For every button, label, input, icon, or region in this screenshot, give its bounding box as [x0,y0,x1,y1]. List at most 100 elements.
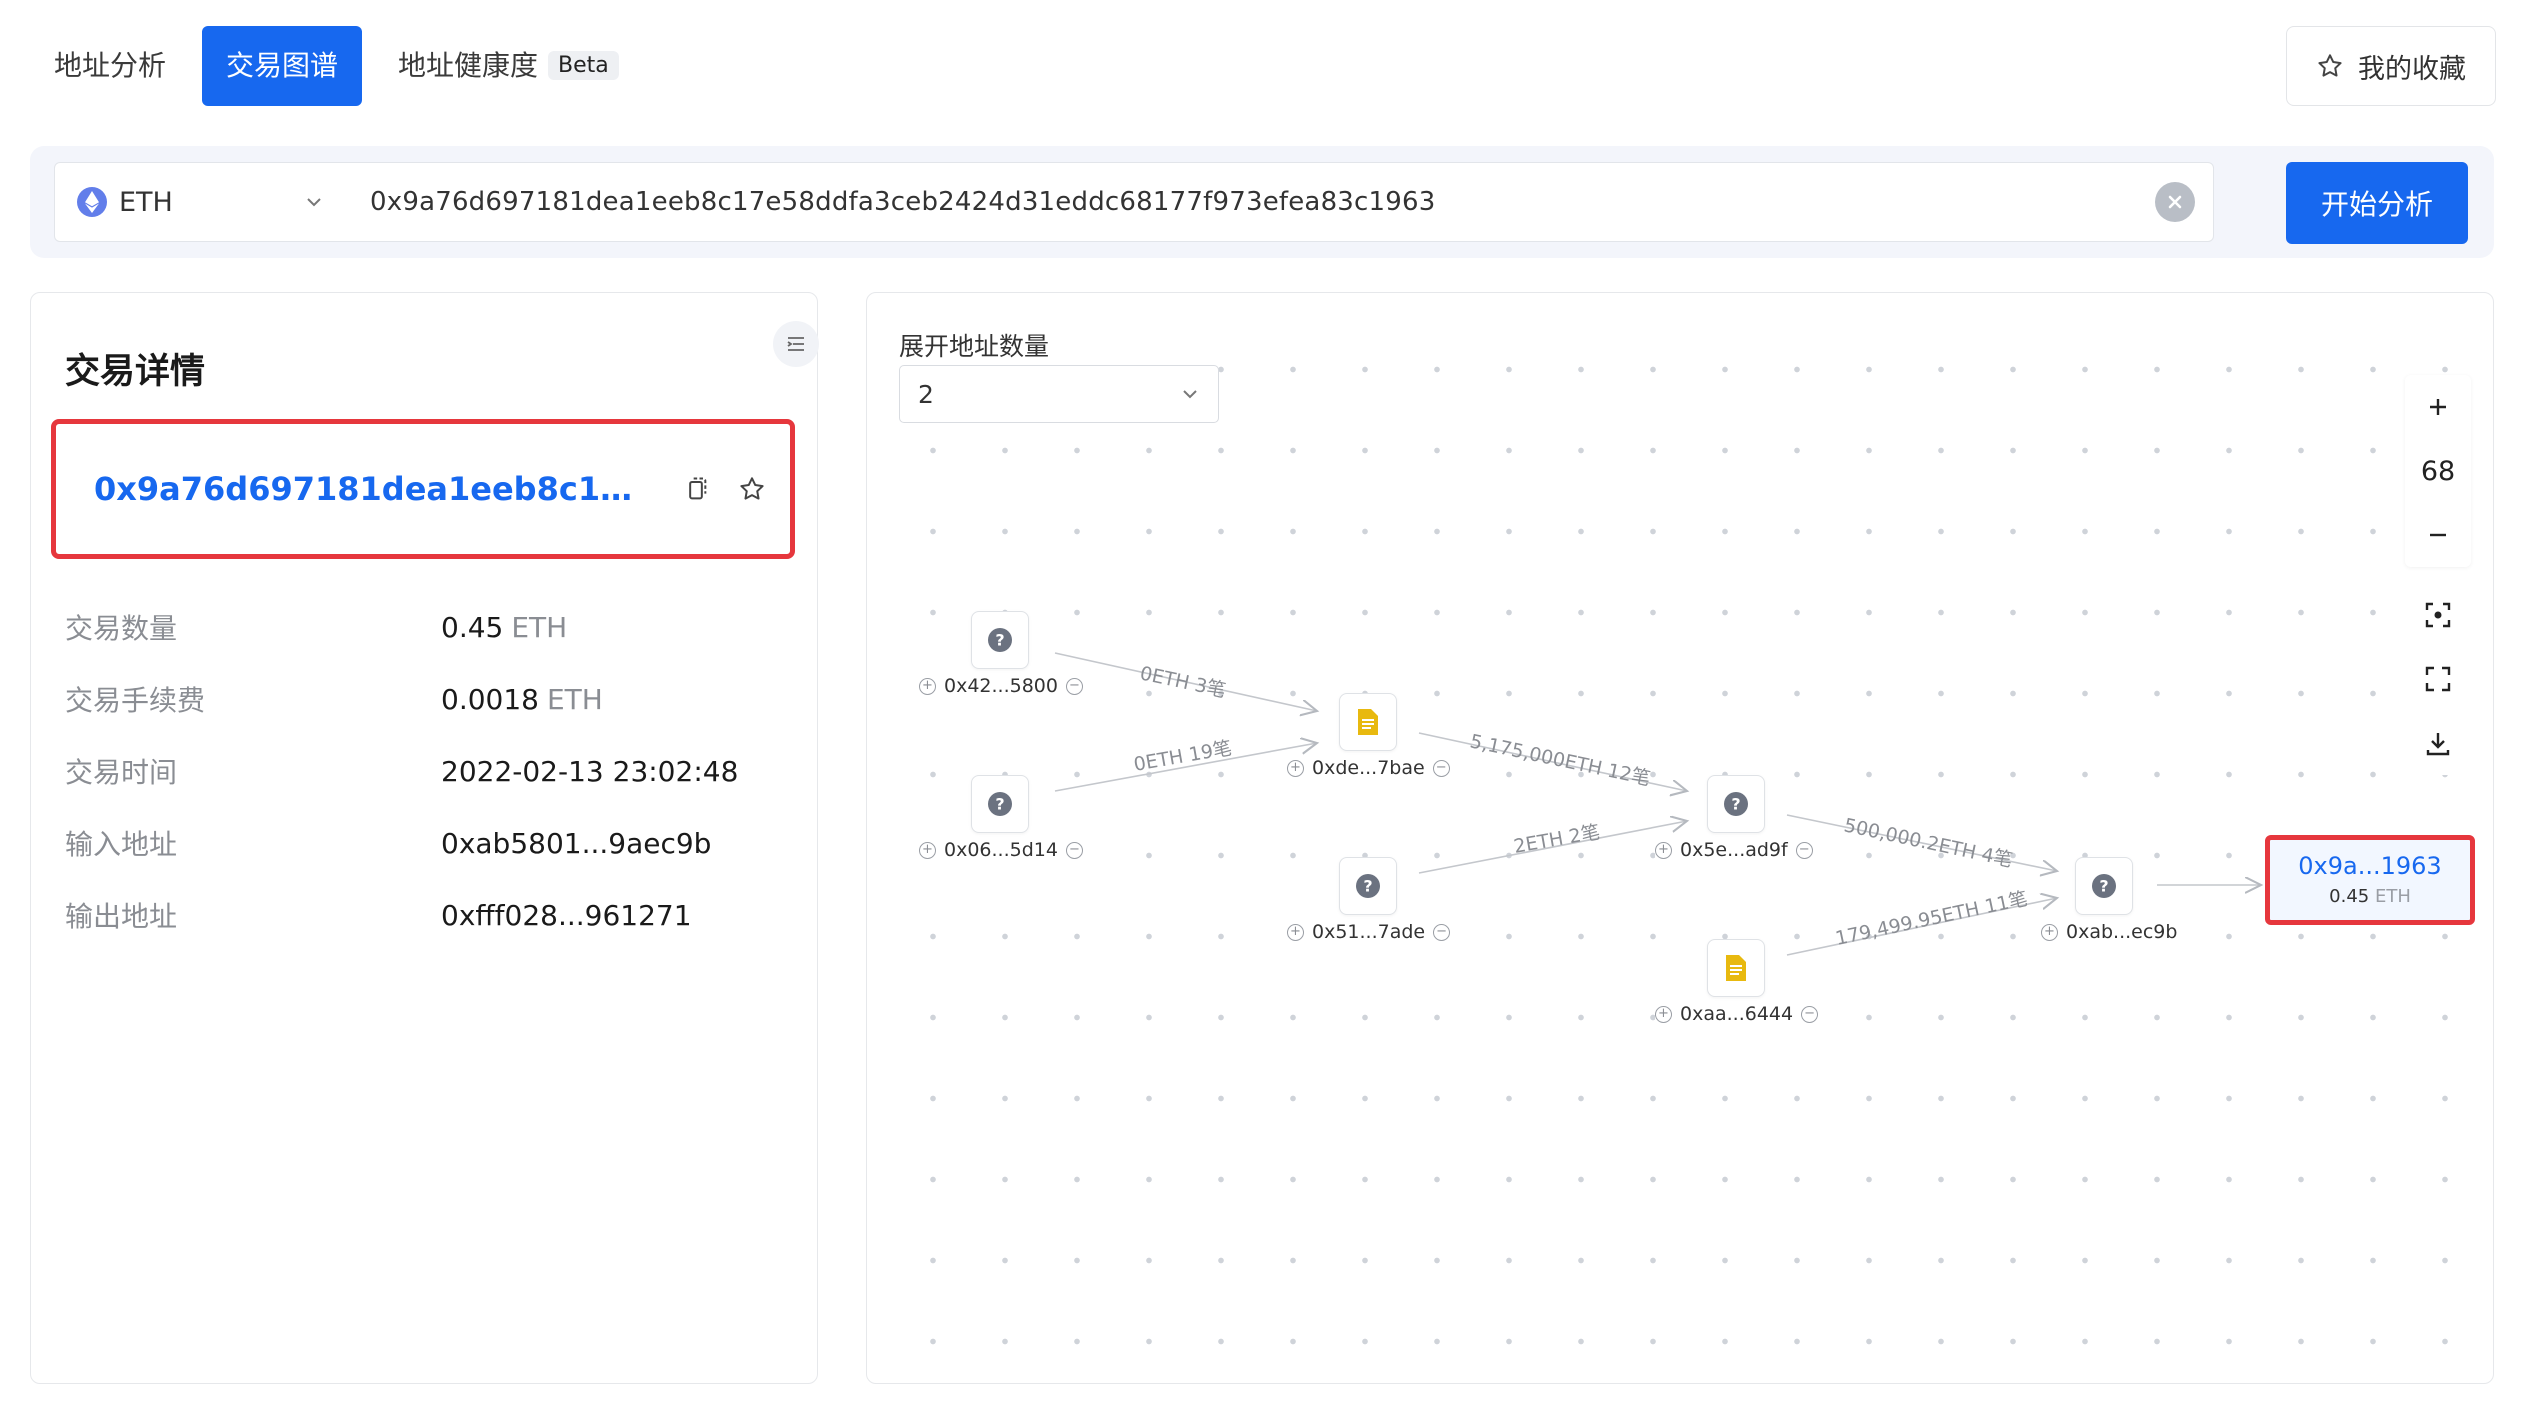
target-amount-unit: ETH [2374,886,2411,907]
clear-icon[interactable] [2155,182,2195,222]
detail-key: 交易时间 [65,756,178,789]
download-icon[interactable] [2405,711,2471,775]
expand-node-icon[interactable]: + [1655,841,1672,859]
star-icon [2318,54,2342,77]
graph-node-label: +0xaa...6444− [1655,1003,1819,1025]
collapse-node-icon[interactable]: − [1795,841,1813,859]
graph-node-unknown[interactable]: ? [2075,857,2133,915]
chain-select[interactable]: ETH [55,187,350,218]
copy-icon[interactable] [682,475,710,503]
graph-node-unknown[interactable]: ? [971,611,1029,669]
detail-value: 2022-02-13 23:02:48 [441,754,739,788]
top-tabs: 地址分析 交易图谱 地址健康度 Beta [32,26,643,106]
question-icon: ? [2092,874,2116,898]
question-icon: ? [988,628,1012,652]
collapse-panel-icon[interactable] [773,321,819,367]
zoom-controls: 68 [2405,375,2471,567]
zoom-level: 68 [2420,455,2456,487]
graph-node-label: +0xab...ec9b [2041,921,2178,943]
graph-node-unknown[interactable]: ? [1339,857,1397,915]
panel-title: 交易详情 [65,352,206,392]
favorites-label: 我的收藏 [2358,53,2466,85]
tx-details-list: 交易数量 0.45 ETH 交易手续费 0.0018 ETH 交易时间 2022… [65,591,738,951]
detail-row-time: 交易时间 2022-02-13 23:02:48 [65,735,738,807]
question-icon: ? [1356,874,1380,898]
target-amount: 0.45 ETH [2270,886,2470,907]
graph-node-contract[interactable] [1339,693,1397,751]
search-box: ETH [54,162,2214,242]
search-bar: ETH 开始分析 [30,146,2494,258]
tab-address-health-label: 地址健康度 [398,49,539,82]
target-tx-node[interactable]: 0x9a...1963 0.45 ETH [2265,835,2475,925]
tab-address-health[interactable]: 地址健康度 Beta [374,26,643,106]
graph-node-unknown[interactable]: ? [971,775,1029,833]
zoom-in-icon[interactable] [2405,375,2471,439]
edge-label: 179,499.95ETH 11笔 [1833,888,2029,950]
node-address: 0x51...7ade [1312,921,1426,943]
fullscreen-icon[interactable] [2405,647,2471,711]
graph-node-contract[interactable] [1707,939,1765,997]
tab-tx-graph[interactable]: 交易图谱 [202,26,363,106]
graph-node-label: +0x51...7ade − [1287,921,1451,943]
favorites-button[interactable]: 我的收藏 [2286,26,2496,106]
detail-value: 0.0018 [441,682,539,716]
collapse-node-icon[interactable]: − [1065,841,1083,859]
tab-address-analysis[interactable]: 地址分析 [32,26,190,106]
zoom-out-icon[interactable] [2405,503,2471,567]
beta-badge: Beta [548,51,619,80]
collapse-node-icon[interactable]: − [1065,677,1083,695]
detail-row-output-address: 输出地址 0xfff028...961271 [65,879,738,951]
svg-text:?: ? [1363,877,1372,896]
svg-text:?: ? [2099,877,2108,896]
svg-text:?: ? [1731,795,1740,814]
collapse-node-icon[interactable]: − [1801,1005,1819,1023]
eth-icon [77,187,107,217]
question-icon: ? [988,792,1012,816]
detail-key: 输出地址 [65,900,178,933]
edge-label: 0ETH 19笔 [1132,737,1234,776]
graph-node-label: +0xde...7bae − [1287,757,1450,779]
expand-node-icon[interactable]: + [1655,1005,1672,1023]
node-address: 0xab...ec9b [2066,921,2178,943]
svg-text:?: ? [995,795,1004,814]
detail-unit: ETH [511,610,568,644]
target-address: 0x9a...1963 [2298,852,2442,880]
node-address: 0x5e...ad9f [1680,839,1788,861]
expand-node-icon[interactable]: + [1287,759,1304,777]
target-amount-value: 0.45 [2329,886,2370,907]
graph-tools [2405,583,2471,775]
tx-hash-link[interactable]: 0x9a76d697181dea1eeb8c17e58d... [94,470,654,508]
detail-key: 输入地址 [65,828,178,861]
graph-node-unknown[interactable]: ? [1707,775,1765,833]
edge-label: 0ETH 3笔 [1138,662,1228,702]
expand-node-icon[interactable]: + [919,677,936,695]
edge-label: 5,175,000ETH 12笔 [1468,730,1652,790]
address-input[interactable] [350,187,2155,217]
chevron-down-icon [307,198,321,207]
detail-row-fee: 交易手续费 0.0018 ETH [65,663,738,735]
analyze-button[interactable]: 开始分析 [2286,162,2468,244]
detail-unit: ETH [546,682,603,716]
svg-text:?: ? [995,631,1004,650]
tx-details-panel: 交易详情 0x9a76d697181dea1eeb8c17e58d... 交易数… [30,292,819,1384]
node-address: 0x06...5d14 [944,839,1058,861]
collapse-node-icon[interactable]: − [1433,923,1451,941]
document-icon [1358,709,1378,735]
detail-value[interactable]: 0xab5801...9aec9b [441,827,711,860]
focus-center-icon[interactable] [2405,583,2471,647]
star-icon[interactable] [738,475,766,503]
graph-node-label: +0x5e...ad9f − [1655,839,1813,861]
detail-value[interactable]: 0xfff028...961271 [441,899,692,932]
detail-key: 交易手续费 [65,684,206,717]
expand-node-icon[interactable]: + [2041,923,2058,941]
detail-key: 交易数量 [65,612,178,645]
document-icon [1726,955,1746,981]
edge-label: 500,000.2ETH 4笔 [1842,814,2015,871]
node-address: 0xaa...6444 [1680,1003,1794,1025]
expand-node-icon[interactable]: + [1287,923,1304,941]
expand-node-icon[interactable]: + [919,841,936,859]
collapse-node-icon[interactable]: − [1432,759,1450,777]
tx-graph-canvas[interactable]: 展开地址数量 2 0ETH 3笔 0ETH 19笔 5,175,000ETH 1… [866,292,2494,1384]
edge-label: 2ETH 2笔 [1512,821,1602,858]
detail-row-input-address: 输入地址 0xab5801...9aec9b [65,807,738,879]
